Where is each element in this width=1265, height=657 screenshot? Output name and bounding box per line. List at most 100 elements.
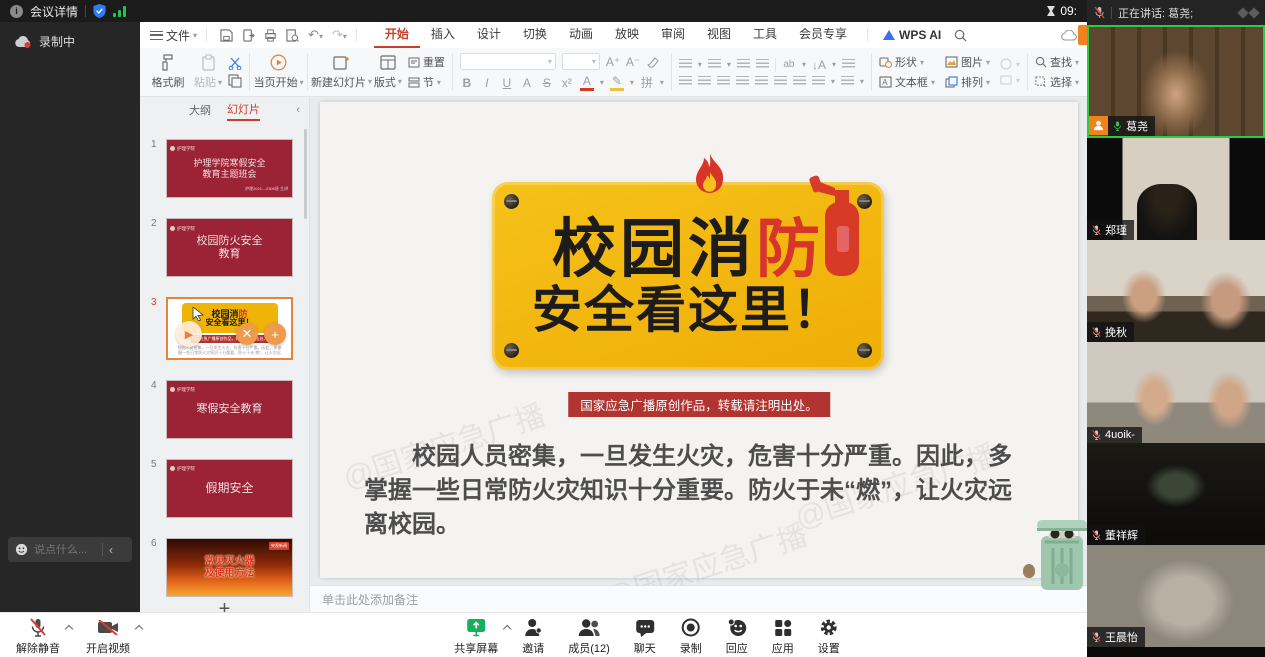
tab-tools[interactable]: 工具 [742,22,788,48]
copy-icon[interactable] [228,74,242,88]
print-icon[interactable] [264,29,277,42]
slide-thumbnail-1[interactable]: 1 护理学院 护理学院寒假安全 教育主题班会 护理2021—2306班 主讲 [166,139,293,198]
find-button[interactable]: 查找▾ [1035,54,1079,70]
tab-slideshow[interactable]: 放映 [604,22,650,48]
new-slide-button[interactable]: 新建幻灯片▾ [315,55,368,90]
start-video-button[interactable]: 开启视频 [86,617,130,656]
video-tile-7-partial[interactable] [1087,647,1265,657]
video-tile-1[interactable]: 葛尧 [1087,25,1265,138]
shapes-button[interactable]: 形状▾ [879,54,935,70]
tab-transition[interactable]: 切换 [512,22,558,48]
slides-tab[interactable]: 幻灯片 [227,101,260,121]
clear-format-icon[interactable] [646,56,659,68]
font-size-select[interactable]: ▾ [562,53,600,70]
reaction-button[interactable]: 回应 [726,617,748,656]
collapse-chat-icon[interactable]: ‹ [109,543,113,557]
layout-toggle-icons[interactable] [1239,9,1258,17]
text-sort-button[interactable]: ↓A [812,58,826,72]
tab-animation[interactable]: 动画 [558,22,604,48]
numbered-list-icon[interactable] [708,59,721,70]
tab-insert[interactable]: 插入 [420,22,466,48]
slide-thumbnail-4[interactable]: 4 护理学院 寒假安全教育 [166,380,293,439]
chat-input[interactable] [34,544,96,556]
highlight-color-button[interactable]: ✎ [610,74,624,91]
font-color-button[interactable]: A [580,74,594,91]
share-options-chevron[interactable] [503,625,511,633]
file-menu[interactable]: 文件▾ [150,27,197,44]
network-signal-icon[interactable] [113,6,126,17]
settings-button[interactable]: 设置 [818,617,840,656]
line-spacing-icon[interactable] [812,76,825,87]
reset-slide-button[interactable]: 重置 [408,54,445,70]
slide-canvas[interactable]: @国家应急广播 @国家应急广播 @国家应急广播 [310,97,1087,585]
unmute-button[interactable]: 解除静音 [16,617,60,656]
decrease-font-icon[interactable]: A⁻ [626,55,640,69]
record-button[interactable]: 录制 [680,617,702,656]
share-tools-button[interactable]: ✕ [236,323,258,345]
save-icon[interactable] [220,29,233,42]
text-direction-button[interactable]: ab [782,59,796,70]
panel-scrollbar[interactable] [304,129,307,219]
italic-button[interactable]: I [480,76,494,90]
print-preview-icon[interactable] [286,29,299,42]
align-center-icon[interactable] [698,76,711,87]
column-spacing-icon[interactable] [774,76,787,87]
wps-ai-button[interactable]: WPS AI [883,28,941,42]
strikethrough-button[interactable]: S [540,76,554,90]
slide-thumbnail-5[interactable]: 5 护理学院 假期安全 [166,459,293,518]
char-border-button[interactable]: A [520,76,534,90]
chat-button[interactable]: 聊天 [634,617,656,656]
meeting-details-button[interactable]: 会议详情 [30,3,78,20]
video-tile-2[interactable]: 郑瑾 [1087,138,1265,240]
video-options-chevron[interactable] [135,625,143,633]
emoji-icon[interactable] [15,543,28,556]
convert-smartart-icon[interactable] [842,59,855,70]
redo-icon[interactable]: ↷▾ [332,27,347,43]
paste-button[interactable]: 粘贴▾ [188,54,228,90]
increase-indent-icon[interactable] [756,59,769,70]
chat-quick-input[interactable]: ‹ [8,537,132,562]
justify-icon[interactable] [736,76,749,87]
notes-area[interactable]: 单击此处添加备注 [310,585,1087,612]
share-screen-button[interactable]: 共享屏幕 [454,617,498,656]
output-icon[interactable] [242,29,255,42]
invite-button[interactable]: 邀请 [522,617,544,656]
undo-icon[interactable]: ↶▾ [308,27,323,43]
current-slide[interactable]: @国家应急广播 @国家应急广播 @国家应急广播 [320,102,1078,578]
outline-tab[interactable]: 大纲 [189,102,211,120]
bold-button[interactable]: B [460,76,474,90]
tab-design[interactable]: 设计 [466,22,512,48]
play-slideshow-button[interactable]: ▶ [176,321,202,347]
mic-options-chevron[interactable] [65,625,73,633]
members-button[interactable]: 成员(12) [568,617,610,656]
collapse-panel-icon[interactable]: ‹ [296,104,300,116]
textbox-button[interactable]: A文本框▾ [879,74,935,90]
cut-icon[interactable] [228,57,242,70]
picture-button[interactable]: 图片▾ [945,54,990,70]
underline-button[interactable]: U [500,76,514,90]
format-painter-button[interactable]: 格式刷 [148,54,188,90]
slide-layout-button[interactable]: 版式▾ [368,55,408,90]
upgrade-button-sliver[interactable] [1078,25,1087,45]
slide-body-text[interactable]: 校园人员密集，一旦发生火灾，危害十分严重。因此，多掌握一些日常防火灾知识十分重要… [364,440,1012,542]
align-left-icon[interactable] [679,76,692,87]
font-family-select[interactable]: ▾ [460,53,556,70]
phonetic-guide-button[interactable]: 拼 [640,74,654,91]
slide-thumbnail-2[interactable]: 2 护理学院 校园防火安全 教育 [166,218,293,277]
row-spacing-icon[interactable] [793,76,806,87]
video-tile-5[interactable]: 董祥辉 [1087,443,1265,545]
section-button[interactable]: 节▾ [408,74,445,90]
tab-view[interactable]: 视图 [696,22,742,48]
arrange-button[interactable]: 排列▾ [945,74,990,90]
video-tile-3[interactable]: 挽秋 [1087,240,1265,342]
search-icon[interactable] [954,29,967,42]
play-from-current-button[interactable]: 当页开始▾ [257,54,300,90]
cloud-sync-icon[interactable] [1061,30,1077,41]
increase-font-icon[interactable]: A⁺ [606,55,620,69]
align-right-icon[interactable] [717,76,730,87]
tab-home[interactable]: 开始 [374,22,420,48]
video-tile-6[interactable]: 王晨怡 [1087,545,1265,647]
paragraph-settings-icon[interactable] [841,76,854,87]
bullet-list-icon[interactable] [679,59,692,70]
video-tile-4[interactable]: 4uoik- [1087,342,1265,443]
